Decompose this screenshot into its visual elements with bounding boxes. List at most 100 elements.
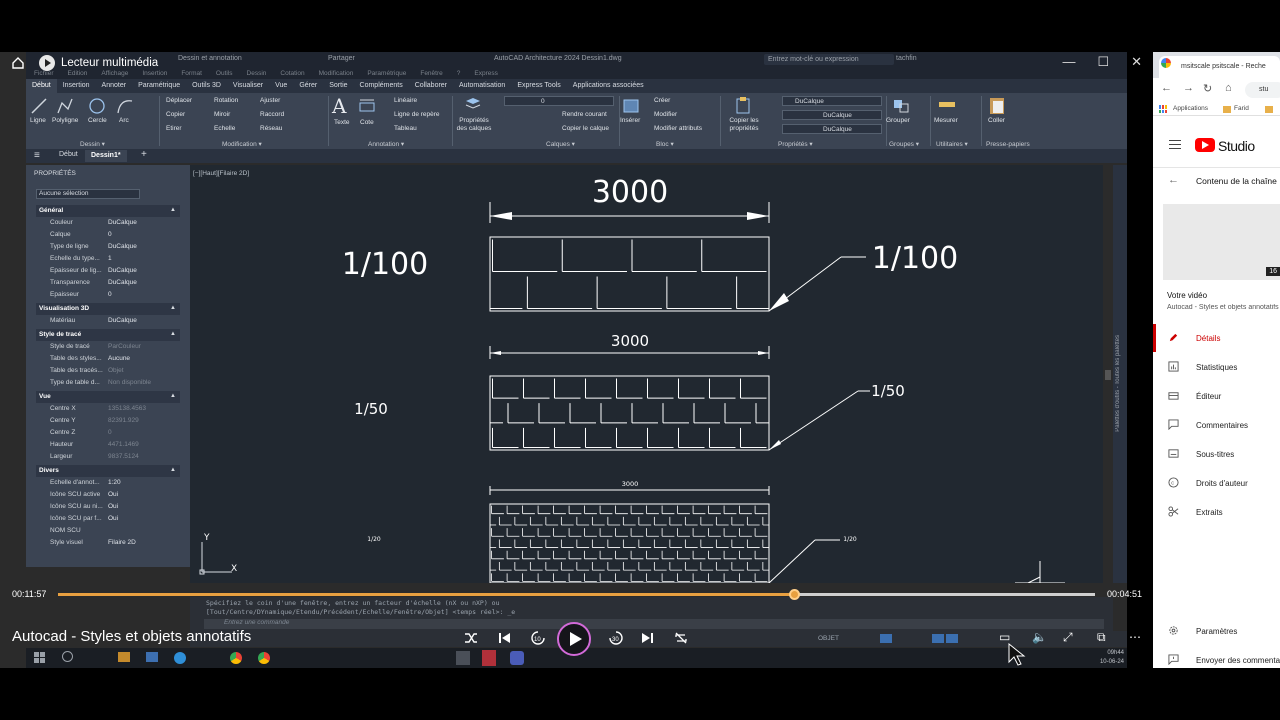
ortho-toggle-icon[interactable]	[946, 634, 958, 643]
snap-toggle-icon[interactable]	[932, 634, 944, 643]
file-explorer-icon[interactable]	[118, 652, 130, 662]
property-row[interactable]: Type de ligne DuCalque	[36, 241, 180, 253]
tab-vue[interactable]: Vue	[269, 79, 293, 93]
grid-toggle-icon[interactable]	[880, 634, 892, 643]
home-browser-icon[interactable]: ⌂	[1225, 82, 1232, 94]
tab-sortie[interactable]: Sortie	[323, 79, 353, 93]
nav-send-feedback[interactable]: Envoyer des commentaires	[1153, 646, 1280, 674]
vertical-scrollbar[interactable]	[1103, 165, 1113, 583]
property-row[interactable]: Table des tracés... Objet	[36, 365, 180, 377]
collapse-icon[interactable]: ▲	[170, 305, 176, 311]
insert-tool[interactable]: Insérer	[620, 117, 640, 124]
tab-complements[interactable]: Compléments	[354, 79, 409, 93]
lineweight-dropdown[interactable]: DuCalque	[782, 124, 882, 134]
tool-palettes-strip[interactable]: Palettes d'outils - Toutes les palettes	[1113, 165, 1127, 583]
paste-tool[interactable]: Coller	[988, 117, 1005, 124]
move-tool[interactable]: Déplacer	[166, 97, 192, 104]
mirror-tool[interactable]: Miroir	[214, 111, 230, 118]
system-clock[interactable]: 09h44 10-06-24	[1088, 649, 1124, 667]
group-label-modification[interactable]: Modification ▾	[222, 140, 262, 148]
nav-subtitles[interactable]: Sous-titres	[1153, 440, 1280, 468]
new-tab-icon[interactable]: +	[141, 149, 147, 160]
subtitles-icon[interactable]: ▭	[999, 630, 1010, 644]
model-space-toggle[interactable]: OBJET	[818, 635, 839, 642]
group-label-dessin[interactable]: Dessin ▾	[80, 140, 105, 148]
line-tool[interactable]: Ligne	[30, 117, 46, 124]
tab-parametrique[interactable]: Paramétrique	[132, 79, 186, 93]
bookmark-applications[interactable]: Applications	[1173, 105, 1208, 112]
group-label-presse-papiers[interactable]: Presse-papiers	[986, 141, 1030, 148]
dimension-tool[interactable]: Cote	[360, 119, 374, 126]
property-row[interactable]: Type de table d... Non disponible	[36, 377, 180, 389]
group-label-groupes[interactable]: Groupes ▾	[889, 140, 919, 148]
shuffle-icon[interactable]	[464, 631, 478, 645]
property-row[interactable]: Epaisseur 0	[36, 289, 180, 301]
property-row[interactable]: Transparence DuCalque	[36, 277, 180, 289]
volume-icon[interactable]: 🔈	[1032, 630, 1047, 644]
play-button[interactable]	[557, 622, 591, 656]
tab-annoter[interactable]: Annoter	[96, 79, 133, 93]
address-bar[interactable]: stu	[1245, 82, 1280, 98]
property-row[interactable]: NOM SCU	[36, 525, 180, 537]
seek-track[interactable]	[58, 589, 1095, 600]
nav-comments[interactable]: Commentaires	[1153, 411, 1280, 439]
apps-grid-icon[interactable]	[1159, 105, 1167, 113]
property-row[interactable]: Echelle du type... 1	[36, 253, 180, 265]
windows-start-icon[interactable]	[34, 652, 45, 663]
nav-editor[interactable]: Éditeur	[1153, 382, 1280, 410]
copy-tool[interactable]: Copier	[166, 111, 185, 118]
property-row[interactable]: Epaisseur de lig... DuCalque	[36, 265, 180, 277]
rewind-10-icon[interactable]: 10	[530, 630, 546, 646]
property-section-header[interactable]: Style de tracé ▲	[36, 329, 180, 341]
text-tool[interactable]: Texte	[334, 119, 350, 126]
home-icon[interactable]	[11, 56, 25, 70]
array-tool[interactable]: Réseau	[260, 125, 282, 132]
property-row[interactable]: Hauteur 4471.1469	[36, 439, 180, 451]
chrome-icon[interactable]	[230, 652, 242, 664]
tab-outils-3d[interactable]: Outils 3D	[186, 79, 227, 93]
polyline-tool[interactable]: Polyligne	[52, 117, 78, 124]
group-label-annotation[interactable]: Annotation ▾	[368, 140, 404, 148]
copy-layer-tool[interactable]: Copier le calque	[562, 125, 609, 132]
property-row[interactable]: Centre Y 82391.929	[36, 415, 180, 427]
rotate-tool[interactable]: Rotation	[214, 97, 238, 104]
property-row[interactable]: Icône SCU par f... Oui	[36, 513, 180, 525]
property-row[interactable]: Table des styles... Aucune	[36, 353, 180, 365]
property-section-header[interactable]: Vue ▲	[36, 391, 180, 403]
tab-insertion[interactable]: Insertion	[57, 79, 96, 93]
property-row[interactable]: Calque 0	[36, 229, 180, 241]
close-icon[interactable]: ✕	[1131, 54, 1142, 70]
tab-visualiser[interactable]: Visualiser	[227, 79, 269, 93]
chrome-icon-2[interactable]	[258, 652, 270, 664]
browser-tab[interactable]: msitscale psitscale - Reche	[1159, 56, 1280, 78]
tab-drawing1[interactable]: Dessin1*	[85, 150, 127, 162]
color-dropdown[interactable]: DuCalque	[782, 96, 882, 106]
search-icon[interactable]	[62, 651, 73, 662]
reload-icon[interactable]: ↻	[1203, 82, 1212, 95]
forward-30-icon[interactable]: 30	[608, 630, 624, 646]
property-section-header[interactable]: Visualisation 3D ▲	[36, 303, 180, 315]
seek-handle[interactable]	[789, 589, 801, 600]
next-icon[interactable]	[640, 631, 654, 645]
create-block-tool[interactable]: Créer	[654, 97, 670, 104]
channel-content-link[interactable]: ← Contenu de la chaîne	[1153, 174, 1280, 192]
nav-copyright[interactable]: c Droits d'auteur	[1153, 469, 1280, 497]
youtube-logo-icon[interactable]	[1195, 138, 1215, 152]
tab-automatisation[interactable]: Automatisation	[453, 79, 511, 93]
taskbar-app-icon[interactable]	[146, 652, 158, 662]
scale-tool[interactable]: Echelle	[214, 125, 235, 132]
layer-dropdown[interactable]: 0	[504, 96, 614, 106]
ucs-icon[interactable]	[199, 542, 232, 575]
edit-attributes-tool[interactable]: Modifier attributs	[654, 125, 702, 132]
selection-dropdown[interactable]: Aucune sélection	[36, 189, 140, 199]
tab-gerer[interactable]: Gérer	[293, 79, 323, 93]
fillet-tool[interactable]: Raccord	[260, 111, 284, 118]
property-row[interactable]: Centre X 135138.4563	[36, 403, 180, 415]
property-section-header[interactable]: Divers ▲	[36, 465, 180, 477]
tab-collaborer[interactable]: Collaborer	[409, 79, 453, 93]
trim-tool[interactable]: Ajuster	[260, 97, 280, 104]
mini-player-icon[interactable]: ⧉	[1097, 630, 1106, 645]
edge-icon[interactable]	[174, 652, 186, 664]
collapse-icon[interactable]: ▲	[170, 207, 176, 213]
more-options-icon[interactable]: ⋯	[1129, 630, 1141, 644]
